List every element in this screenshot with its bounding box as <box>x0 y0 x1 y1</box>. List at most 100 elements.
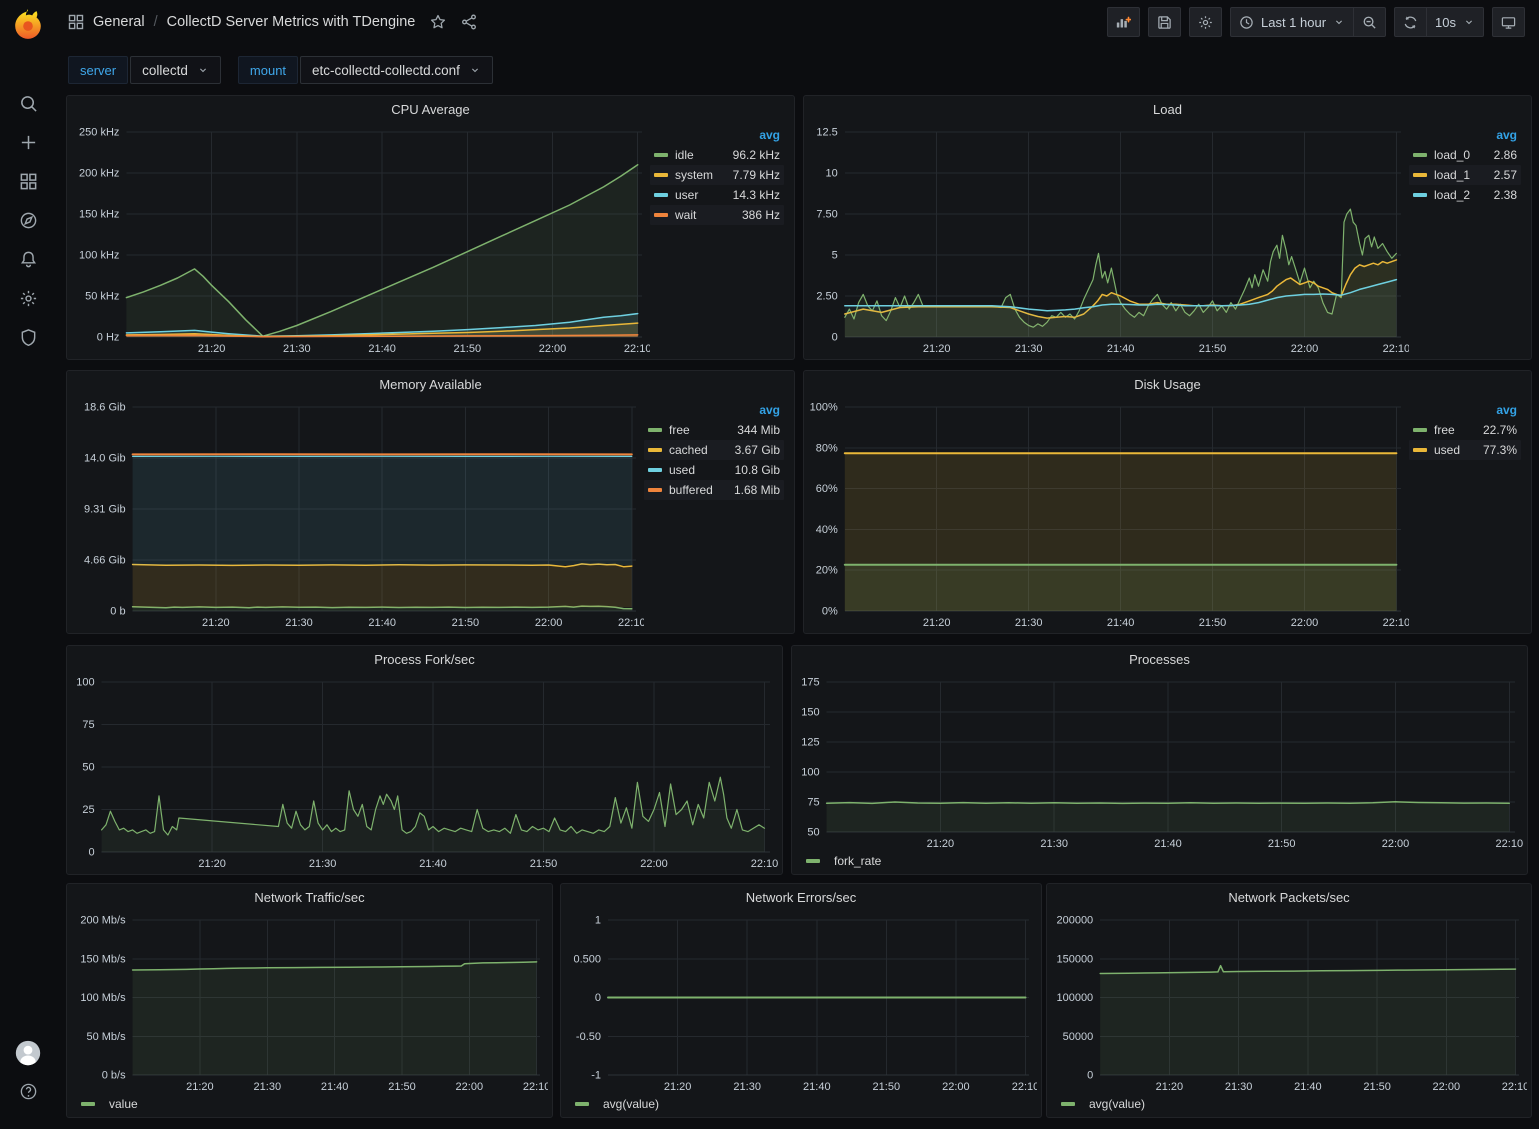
chart-cpu-average[interactable]: 0 Hz50 kHz100 kHz150 kHz200 kHz250 kHz21… <box>71 122 650 357</box>
chart-load[interactable]: 02.5057.501012.521:2021:3021:4021:5022:0… <box>808 122 1409 357</box>
legend-item-used[interactable]: used77.3% <box>1409 440 1521 460</box>
legend-item-used[interactable]: used10.8 Gib <box>644 460 784 480</box>
star-icon[interactable] <box>430 14 446 30</box>
svg-text:21:30: 21:30 <box>309 858 337 870</box>
svg-text:21:50: 21:50 <box>1268 838 1296 850</box>
series-swatch <box>1413 153 1427 157</box>
panel-title[interactable]: Processes <box>792 646 1527 672</box>
legend-series-avg: 7.79 kHz <box>723 168 780 182</box>
chart-memory-available[interactable]: 0 b4.66 Gib9.31 Gib14.0 Gib18.6 Gib21:20… <box>71 397 644 631</box>
refresh-button[interactable] <box>1394 7 1427 37</box>
panel-title[interactable]: Memory Available <box>67 371 794 397</box>
dashboards-grid-icon[interactable] <box>0 162 56 201</box>
svg-text:21:40: 21:40 <box>1294 1081 1322 1093</box>
breadcrumb-folder[interactable]: General <box>93 14 145 30</box>
panel-title[interactable]: Network Packets/sec <box>1047 884 1531 910</box>
legend-avg-header: avg <box>1409 128 1521 145</box>
svg-text:22:00: 22:00 <box>640 858 668 870</box>
svg-text:22:10: 22:10 <box>1383 617 1409 629</box>
help-icon[interactable] <box>0 1072 56 1111</box>
panel-title[interactable]: Network Errors/sec <box>561 884 1041 910</box>
svg-text:0 b/s: 0 b/s <box>102 1070 126 1082</box>
search-icon[interactable] <box>0 84 56 123</box>
panel-title[interactable]: Disk Usage <box>804 371 1531 397</box>
svg-text:21:40: 21:40 <box>321 1081 349 1093</box>
legend-series-avg: 2.38 <box>1484 188 1517 202</box>
legend-series-name: load_0 <box>1434 148 1470 162</box>
svg-text:21:50: 21:50 <box>1199 343 1227 355</box>
series-swatch <box>1413 173 1427 177</box>
sidebar <box>0 0 56 1129</box>
svg-text:100%: 100% <box>810 402 838 414</box>
panel-title[interactable]: Load <box>804 96 1531 122</box>
create-plus-icon[interactable] <box>0 123 56 162</box>
legend-item-cached[interactable]: cached3.67 Gib <box>644 440 784 460</box>
series-swatch <box>654 153 668 157</box>
legend-item-value[interactable]: value <box>81 1097 138 1111</box>
svg-text:12.5: 12.5 <box>816 127 837 139</box>
chart-network-errors[interactable]: -1-0.5000.500121:2021:3021:4021:5022:002… <box>565 910 1037 1095</box>
chart-network-packets[interactable]: 05000010000015000020000021:2021:3021:402… <box>1051 910 1527 1095</box>
refresh-interval-picker[interactable]: 10s <box>1427 7 1484 37</box>
svg-text:22:00: 22:00 <box>539 343 567 355</box>
variable-mount-value-dropdown[interactable]: etc-collectd-collectd.conf <box>300 56 493 84</box>
dashboard-title[interactable]: CollectD Server Metrics with TDengine <box>167 14 416 30</box>
explore-compass-icon[interactable] <box>0 201 56 240</box>
legend-series-avg: 22.7% <box>1473 423 1517 437</box>
server-admin-shield-icon[interactable] <box>0 318 56 357</box>
dashboard-settings-button[interactable] <box>1189 7 1222 37</box>
add-panel-button[interactable] <box>1107 7 1140 37</box>
legend-item-free[interactable]: free344 Mib <box>644 420 784 440</box>
panel-title[interactable]: Process Fork/sec <box>67 646 782 672</box>
svg-text:-0.50: -0.50 <box>576 1031 601 1043</box>
legend-item-avg(value)[interactable]: avg(value) <box>1061 1097 1145 1111</box>
chevron-down-icon <box>469 64 481 76</box>
variable-server-label: server <box>68 56 128 84</box>
save-dashboard-button[interactable] <box>1148 7 1181 37</box>
svg-text:21:30: 21:30 <box>1040 838 1068 850</box>
zoom-out-time-button[interactable] <box>1354 7 1386 37</box>
grafana-logo[interactable] <box>11 8 45 42</box>
legend-item-avg(value)[interactable]: avg(value) <box>575 1097 659 1111</box>
time-range-label: Last 1 hour <box>1261 15 1326 30</box>
svg-text:200000: 200000 <box>1056 915 1093 927</box>
alerting-bell-icon[interactable] <box>0 240 56 279</box>
chart-disk-usage[interactable]: 0%20%40%60%80%100%21:2021:3021:4021:5022… <box>808 397 1409 631</box>
legend-avg-header: avg <box>644 403 784 420</box>
svg-text:21:40: 21:40 <box>368 617 396 629</box>
legend-item-user[interactable]: user14.3 kHz <box>650 185 784 205</box>
legend-item-wait[interactable]: wait386 Hz <box>650 205 784 225</box>
panel-title[interactable]: CPU Average <box>67 96 794 122</box>
legend-item-load_1[interactable]: load_12.57 <box>1409 165 1521 185</box>
series-swatch <box>1061 1102 1075 1106</box>
legend-series-name: buffered <box>669 483 713 497</box>
legend-series-name: fork_rate <box>834 854 881 868</box>
cycle-view-mode-button[interactable] <box>1492 7 1525 37</box>
chart-process-fork[interactable]: 025507510021:2021:3021:4021:5022:0022:10 <box>71 672 778 872</box>
configuration-gear-icon[interactable] <box>0 279 56 318</box>
svg-text:21:40: 21:40 <box>803 1081 831 1093</box>
svg-text:-1: -1 <box>591 1070 601 1082</box>
legend-item-load_2[interactable]: load_22.38 <box>1409 185 1521 205</box>
legend-item-free[interactable]: free22.7% <box>1409 420 1521 440</box>
panel-network-traffic: Network Traffic/sec 0 b/s50 Mb/s100 Mb/s… <box>66 883 553 1118</box>
time-range-picker[interactable]: Last 1 hour <box>1230 7 1354 37</box>
chart-network-traffic[interactable]: 0 b/s50 Mb/s100 Mb/s150 Mb/s200 Mb/s21:2… <box>71 910 548 1095</box>
legend-item-system[interactable]: system7.79 kHz <box>650 165 784 185</box>
legend-item-idle[interactable]: idle96.2 kHz <box>650 145 784 165</box>
chart-processes[interactable]: 507510012515017521:2021:3021:4021:5022:0… <box>796 672 1523 852</box>
svg-text:22:00: 22:00 <box>1433 1081 1461 1093</box>
share-icon[interactable] <box>461 14 477 30</box>
legend-item-buffered[interactable]: buffered1.68 Mib <box>644 480 784 500</box>
legend-item-fork_rate[interactable]: fork_rate <box>806 854 881 868</box>
panel-title[interactable]: Network Traffic/sec <box>67 884 552 910</box>
svg-text:9.31 Gib: 9.31 Gib <box>84 504 126 516</box>
svg-text:22:10: 22:10 <box>1502 1081 1527 1093</box>
variable-server-value-dropdown[interactable]: collectd <box>130 56 221 84</box>
svg-text:21:20: 21:20 <box>923 343 951 355</box>
user-avatar[interactable] <box>0 1033 56 1072</box>
legend-item-load_0[interactable]: load_02.86 <box>1409 145 1521 165</box>
svg-text:18.6 Gib: 18.6 Gib <box>84 402 126 414</box>
svg-text:22:00: 22:00 <box>1291 617 1319 629</box>
svg-text:0: 0 <box>832 332 838 344</box>
